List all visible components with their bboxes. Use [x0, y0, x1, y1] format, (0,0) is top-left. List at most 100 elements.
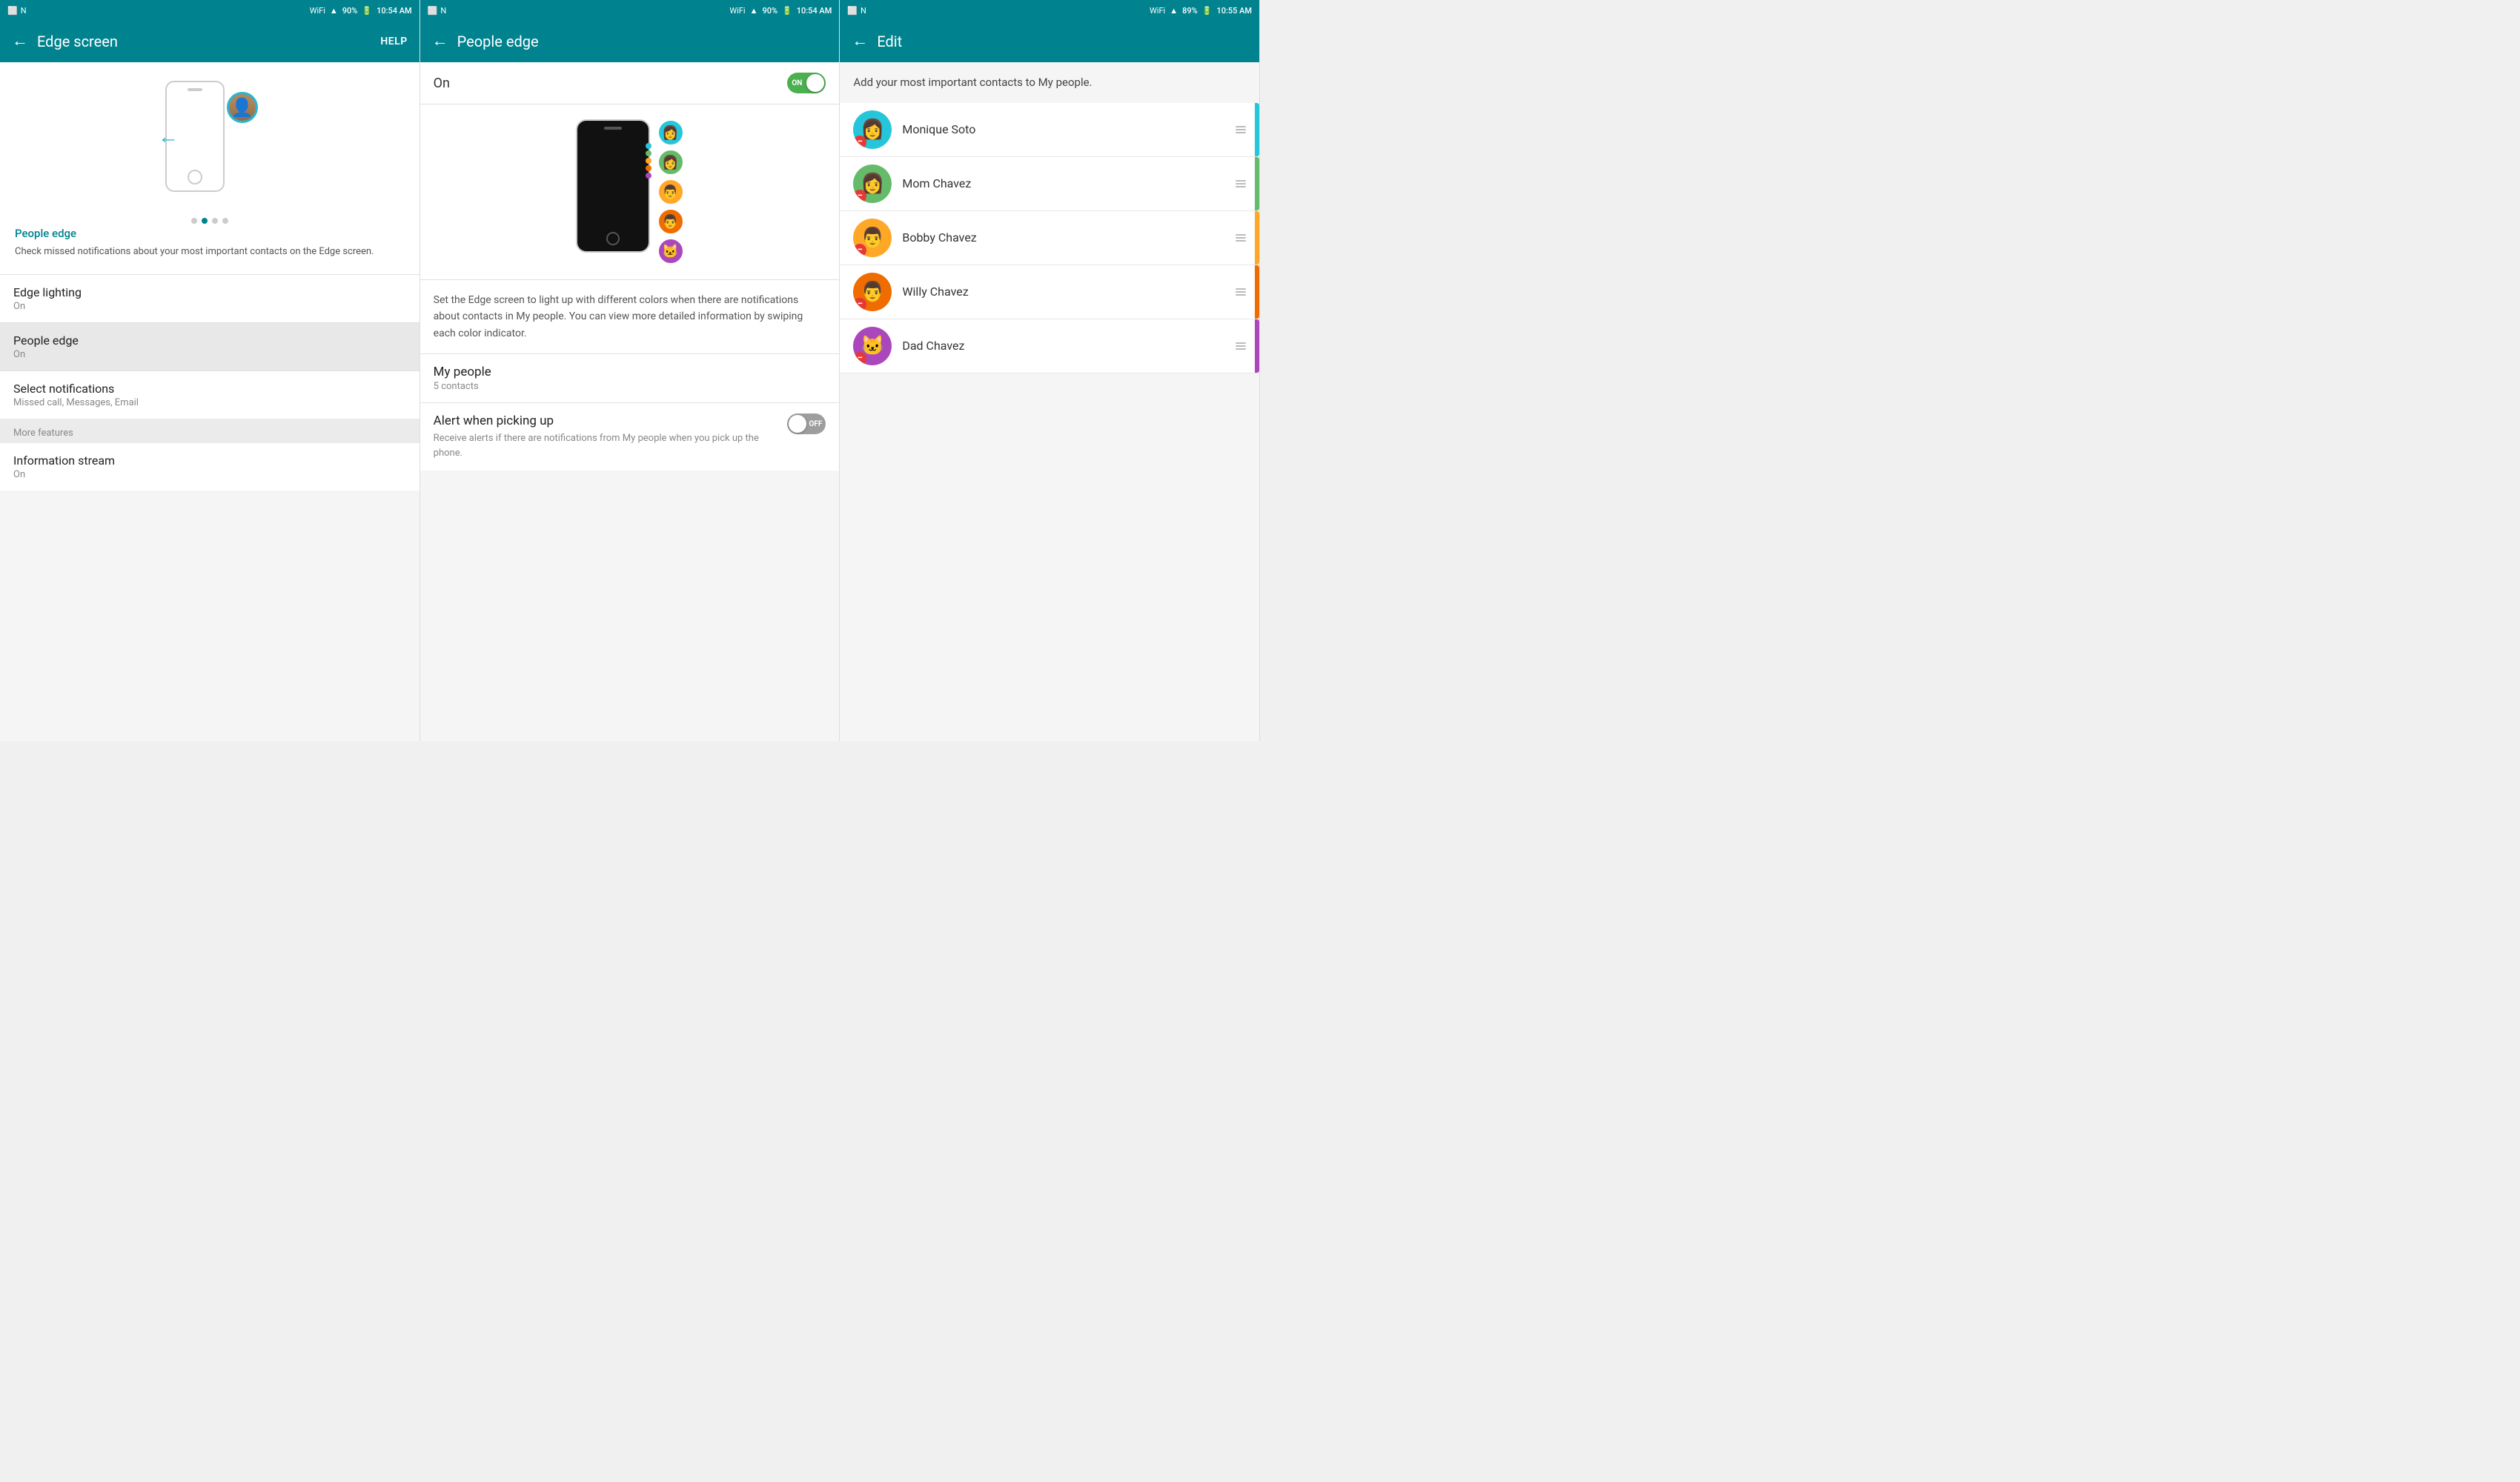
contact-item-bobby[interactable]: 👨 − Bobby Chavez — [840, 211, 1259, 265]
edge-lighting-subtitle: On — [13, 301, 406, 312]
reorder-icon-dad[interactable] — [1236, 342, 1246, 350]
edge-indicator-willy — [1255, 265, 1259, 319]
nfc-icon-2: N — [440, 6, 446, 16]
demo-avatar-3: 👨 — [657, 179, 684, 205]
reorder-icon-willy[interactable] — [1236, 288, 1246, 296]
alert-row: Alert when picking up Receive alerts if … — [420, 403, 840, 471]
toolbar-1: ← Edge screen HELP — [0, 21, 420, 62]
contact-name-monique: Monique Soto — [902, 122, 1225, 136]
edge-indicator-monique — [1255, 103, 1259, 156]
battery-icon-1: 🔋 — [362, 6, 372, 16]
page-title-1: Edge screen — [37, 33, 371, 50]
main-toggle[interactable]: ON — [787, 73, 826, 93]
back-button-1[interactable]: ← — [12, 33, 28, 50]
status-left-2: ⬜ N — [428, 6, 447, 16]
more-features-header: More features — [0, 419, 420, 443]
select-notifications-item[interactable]: Select notifications Missed call, Messag… — [0, 371, 420, 419]
battery-icon-3: 🔋 — [1202, 6, 1213, 16]
page-title-3: Edit — [877, 33, 1247, 50]
contact-item-willy[interactable]: 👨 − Willy Chavez — [840, 265, 1259, 319]
demo-phone — [576, 119, 650, 253]
toggle-knob — [806, 74, 824, 92]
people-edge-item[interactable]: People edge On — [0, 323, 420, 370]
page-title-2: People edge — [457, 33, 828, 50]
edge-color-5 — [646, 173, 651, 179]
alert-text-block: Alert when picking up Receive alerts if … — [434, 413, 779, 460]
back-button-3[interactable]: ← — [852, 33, 868, 50]
contact-name-willy: Willy Chavez — [902, 285, 1225, 299]
people-edge-content: On ON 👩 👩 👨 👨 🐱 — [420, 62, 840, 741]
edge-color-1 — [646, 143, 651, 149]
wifi-icon-2: WiFi — [729, 6, 745, 16]
toggle-label: On — [434, 76, 450, 91]
signal-icon: ▲ — [330, 6, 338, 16]
status-left-icons: ⬜ N — [7, 6, 27, 16]
screenshot-icon-3: ⬜ — [847, 6, 858, 16]
screenshot-icon: ⬜ — [7, 6, 18, 16]
people-edge-panel: ⬜ N WiFi ▲ 90% 🔋 10:54 AM ← People edge … — [420, 0, 840, 741]
status-bar-2: ⬜ N WiFi ▲ 90% 🔋 10:54 AM — [420, 0, 840, 21]
information-stream-item[interactable]: Information stream On — [0, 443, 420, 491]
signal-icon-2: ▲ — [750, 6, 758, 16]
edge-lighting-item[interactable]: Edge lighting On — [0, 275, 420, 322]
reorder-icon-bobby[interactable] — [1236, 234, 1246, 242]
information-stream-title: Information stream — [13, 453, 406, 468]
battery-icon-2: 🔋 — [782, 6, 792, 16]
edit-description: Add your most important contacts to My p… — [840, 62, 1259, 103]
reorder-icon-mom[interactable] — [1236, 180, 1246, 187]
reorder-icon-monique[interactable] — [1236, 126, 1246, 133]
people-edge-title: People edge — [13, 333, 406, 348]
hero-description: Check missed notifications about your mo… — [15, 245, 374, 259]
remove-badge-willy[interactable]: − — [853, 298, 866, 311]
nfc-icon-3: N — [861, 6, 866, 16]
time-3: 10:55 AM — [1216, 6, 1252, 16]
alert-off-text: OFF — [809, 420, 822, 428]
contact-avatar-dad: 🐱 − — [853, 327, 892, 365]
status-bar-3: ⬜ N WiFi ▲ 89% 🔋 10:55 AM — [840, 0, 1259, 21]
contact-item-mom[interactable]: 👩 − Mom Chavez — [840, 157, 1259, 211]
edge-indicator-mom — [1255, 157, 1259, 210]
remove-badge-dad[interactable]: − — [853, 352, 866, 365]
edge-lighting-title: Edge lighting — [13, 285, 406, 299]
remove-badge-mom[interactable]: − — [853, 190, 866, 203]
edit-panel: ⬜ N WiFi ▲ 89% 🔋 10:55 AM ← Edit Add you… — [840, 0, 1260, 741]
time-2: 10:54 AM — [797, 6, 832, 16]
wifi-icon-3: WiFi — [1150, 6, 1165, 16]
time-1: 10:54 AM — [377, 6, 412, 16]
contact-item-monique[interactable]: 👩 − Monique Soto — [840, 103, 1259, 157]
nfc-icon: N — [21, 6, 27, 16]
hero-avatar — [227, 92, 258, 123]
contact-item-dad[interactable]: 🐱 − Dad Chavez — [840, 319, 1259, 373]
phone-demo: 👩 👩 👨 👨 🐱 — [420, 104, 840, 280]
dot-4 — [222, 218, 228, 224]
my-people-count: 5 contacts — [434, 381, 826, 392]
people-edge-subtitle: On — [13, 349, 406, 360]
contact-avatar-monique: 👩 − — [853, 110, 892, 149]
avatar-face — [229, 94, 256, 121]
contact-avatar-willy: 👨 − — [853, 273, 892, 311]
help-button[interactable]: HELP — [380, 36, 407, 47]
edge-screen-panel: ⬜ N WiFi ▲ 90% 🔋 10:54 AM ← Edge screen … — [0, 0, 420, 741]
battery-text-3: 89% — [1182, 6, 1198, 16]
information-stream-subtitle: On — [13, 469, 406, 480]
alert-toggle[interactable]: OFF — [787, 413, 826, 434]
alert-title: Alert when picking up — [434, 413, 779, 428]
edge-colors — [646, 143, 651, 179]
select-notifications-title: Select notifications — [13, 382, 406, 396]
edit-content: Add your most important contacts to My p… — [840, 62, 1259, 741]
toolbar-3: ← Edit — [840, 21, 1259, 62]
alert-toggle-knob — [789, 415, 806, 433]
hero-link[interactable]: People edge — [15, 227, 76, 240]
contact-name-dad: Dad Chavez — [902, 339, 1225, 353]
back-button-2[interactable]: ← — [432, 33, 448, 50]
battery-text-1: 90% — [342, 6, 358, 16]
edge-indicator-bobby — [1255, 211, 1259, 265]
dot-3 — [212, 218, 218, 224]
remove-badge-monique[interactable]: − — [853, 136, 866, 149]
description-text: Set the Edge screen to light up with dif… — [434, 292, 826, 342]
my-people-item[interactable]: My people 5 contacts — [420, 354, 840, 403]
select-notifications-subtitle: Missed call, Messages, Email — [13, 397, 406, 408]
edge-color-3 — [646, 158, 651, 164]
battery-text-2: 90% — [762, 6, 777, 16]
remove-badge-bobby[interactable]: − — [853, 244, 866, 257]
